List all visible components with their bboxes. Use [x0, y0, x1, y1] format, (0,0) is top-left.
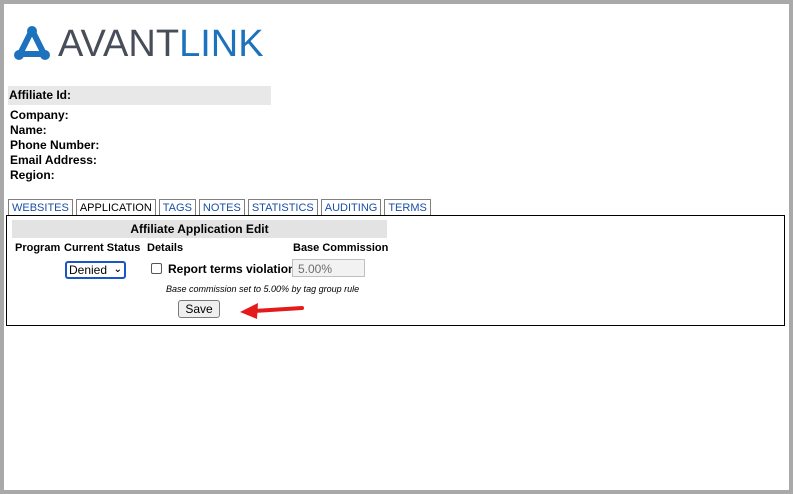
- logo-wordmark: AVANTLINK: [58, 24, 264, 64]
- status-select[interactable]: Denied ⌄: [65, 261, 126, 279]
- chevron-down-icon: ⌄: [113, 264, 122, 275]
- status-select-value: Denied: [69, 263, 108, 277]
- details-column-header: Details: [147, 242, 184, 254]
- affiliate-info: Company: Name: Phone Number: Email Addre…: [10, 108, 99, 183]
- tab-application[interactable]: APPLICATION: [75, 199, 156, 216]
- logo-text-avant: AVANT: [58, 23, 180, 65]
- program-column-header: Program: [15, 242, 61, 254]
- tab-bar: WEBSITES APPLICATION TAGS NOTES STATISTI…: [8, 199, 434, 216]
- status-column-header: Current Status: [64, 242, 141, 254]
- email-address-label: Email Address:: [10, 153, 97, 167]
- base-commission-column-header: Base Commission: [293, 242, 389, 254]
- avantlink-logo: AVANTLINK: [12, 24, 264, 64]
- red-arrow-left-icon: [240, 303, 304, 319]
- affiliate-id-label: Affiliate Id:: [8, 86, 271, 105]
- company-label: Company:: [10, 108, 69, 122]
- application-panel: Affiliate Application Edit Program Curre…: [6, 215, 785, 326]
- save-button[interactable]: Save: [178, 300, 220, 318]
- tab-statistics[interactable]: STATISTICS: [247, 199, 318, 216]
- avantlink-logo-icon: [14, 26, 50, 60]
- region-label: Region:: [10, 168, 55, 182]
- tab-notes[interactable]: NOTES: [198, 199, 245, 216]
- logo-text-link: LINK: [179, 23, 264, 65]
- tab-tags[interactable]: TAGS: [158, 199, 196, 216]
- tab-auditing[interactable]: AUDITING: [320, 199, 382, 216]
- panel-title: Affiliate Application Edit: [12, 220, 387, 238]
- base-commission-note: Base commission set to 5.00% by tag grou…: [166, 284, 360, 294]
- report-terms-violation-checkbox[interactable]: [151, 263, 162, 274]
- tab-websites[interactable]: WEBSITES: [8, 199, 73, 216]
- tab-terms[interactable]: TERMS: [384, 199, 431, 216]
- phone-number-label: Phone Number:: [10, 138, 100, 152]
- report-terms-violation-label: Report terms violation: [168, 262, 296, 276]
- name-label: Name:: [10, 123, 47, 137]
- base-commission-input[interactable]: 5.00%: [292, 259, 365, 277]
